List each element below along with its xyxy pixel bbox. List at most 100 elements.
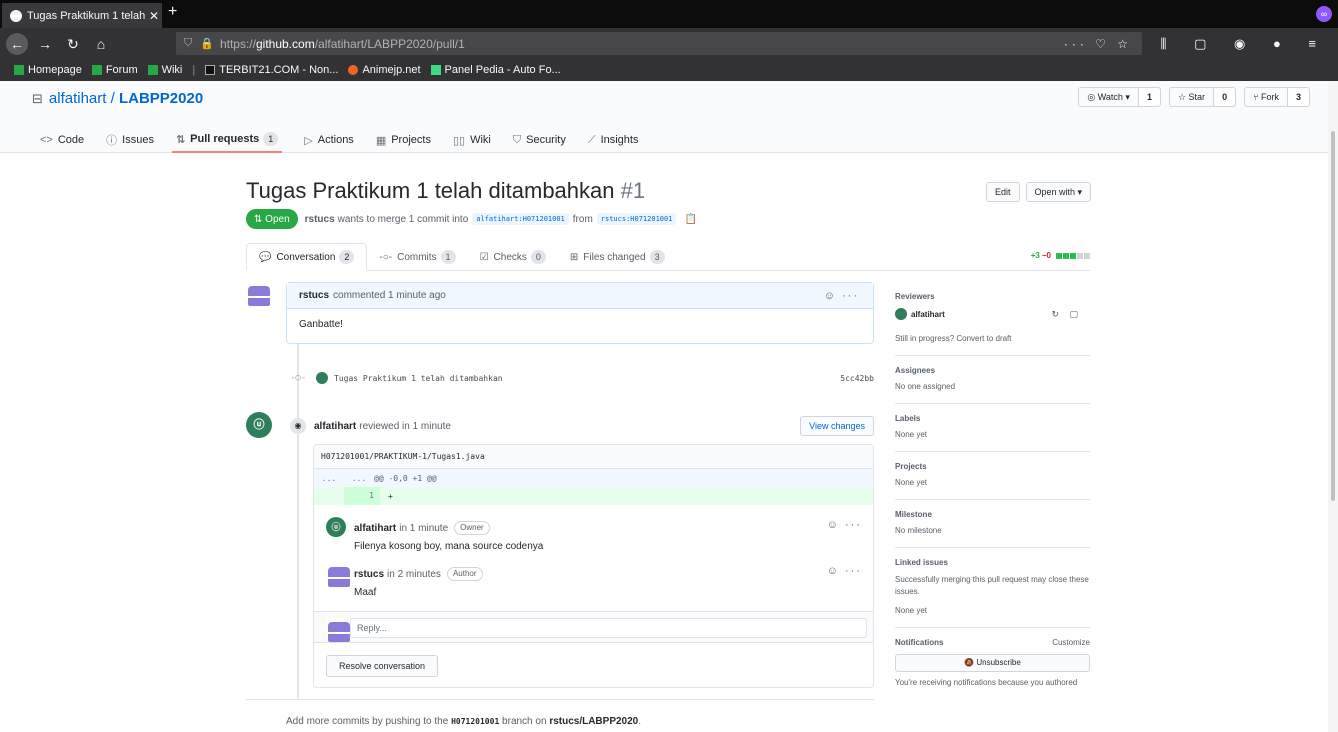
browser-nav-bar: ← → ↻ ⌂ ⛉ 🔒 https://github.com/alfatihar… [0, 28, 1338, 59]
tab-wiki[interactable]: ▯▯ Wiki [453, 127, 491, 153]
watch-button[interactable]: ◎ Watch ▾ 1 [1078, 87, 1161, 107]
role-badge: Owner [454, 521, 490, 535]
comment-actions-icon[interactable]: ☺ ··· [824, 290, 859, 302]
avatar [326, 618, 350, 642]
avatar[interactable]: ⓤ [246, 412, 272, 438]
avatar[interactable] [326, 563, 350, 587]
bookmarks-bar: Homepage Forum Wiki | TERBIT21.COM - Non… [0, 59, 1338, 81]
sidebar-assignees: Assignees No one assigned [895, 356, 1090, 404]
close-tab-icon[interactable]: ✕ [149, 9, 159, 23]
open-with-button[interactable]: Open with ▾ [1025, 182, 1092, 202]
repo-link[interactable]: rstucs/LABPP2020 [549, 716, 638, 727]
head-branch[interactable]: rstucs:H071201001 [596, 213, 677, 225]
customize-link[interactable]: Customize [1052, 638, 1090, 647]
repo-owner-link[interactable]: alfatihart [49, 90, 107, 107]
unsubscribe-button[interactable]: 🔕 Unsubscribe [895, 654, 1090, 672]
branch-name: H071201001 [451, 717, 500, 726]
bookmark-terbit21[interactable]: TERBIT21.COM - Non... [205, 64, 338, 76]
comment-author-link[interactable]: alfatihart [354, 523, 396, 534]
comment-author-link[interactable]: rstucs [354, 569, 384, 580]
url-bar[interactable]: ⛉ 🔒 https://github.com/alfatihart/LABPP2… [176, 32, 1142, 55]
reply-input[interactable]: Reply... [350, 618, 867, 638]
page-scrollbar[interactable] [1328, 81, 1338, 732]
repo-header: ⊟ alfatihart / LABPP2020 ◎ Watch ▾ 1 ☆ St… [0, 81, 1338, 153]
fork-icon: ⑂ [1253, 92, 1261, 102]
shield-icon: ⛉ [184, 37, 193, 49]
diff-hunk: ... ... @@ -0,0 +1 @@ [314, 469, 873, 487]
pr-count-badge: 1 [263, 132, 279, 146]
bookmark-homepage[interactable]: Homepage [14, 64, 82, 76]
avatar[interactable]: ⓤ [326, 517, 346, 537]
file-path[interactable]: H071201001/PRAKTIKUM-1/Tugas1.java [314, 445, 873, 469]
repo-name-link[interactable]: LABPP2020 [119, 90, 203, 107]
fork-button[interactable]: ⑂ Fork 3 [1244, 87, 1310, 107]
tab-security[interactable]: ⛉ Security [513, 127, 566, 153]
toolbar-icons[interactable]: ⫼ ▢ ◉ ● ≡ [1161, 36, 1329, 52]
back-icon[interactable]: ← [6, 32, 28, 55]
url-path: /alfatihart/LABPP2020/pull/1 [314, 36, 465, 51]
pr-author-link[interactable]: rstucs [305, 214, 335, 225]
star-button[interactable]: ☆ Star 0 [1168, 87, 1237, 107]
base-branch[interactable]: alfatihart:H071201001 [472, 213, 569, 225]
scrollbar-thumb[interactable] [1331, 131, 1335, 501]
line-number[interactable]: 1 [344, 487, 380, 505]
review-thread: H071201001/PRAKTIKUM-1/Tugas1.java ... .… [313, 444, 874, 688]
browser-tab[interactable]: Tugas Praktikum 1 telah ditambahkan ✕ [2, 3, 162, 28]
view-changes-button[interactable]: View changes [800, 416, 874, 436]
tab-pull-requests[interactable]: ⇅ Pull requests 1 [171, 127, 283, 153]
home-icon[interactable]: ⌂ [90, 33, 112, 55]
push-hint: Add more commits by pushing to the H0712… [286, 716, 642, 727]
book-icon: ▯▯ [452, 134, 466, 147]
sidebar-heading[interactable]: Assignees [895, 366, 1090, 375]
deletions: −0 [1041, 251, 1051, 260]
pull-request-icon: ⇅ [254, 213, 266, 225]
tab-title: Tugas Praktikum 1 telah ditambahkan [27, 9, 145, 22]
tab-files-changed[interactable]: ⊞ Files changed 3 [558, 243, 677, 271]
resolve-conversation-button[interactable]: Resolve conversation [326, 655, 439, 677]
commit-message-link[interactable]: Tugas Praktikum 1 telah ditambahkan [334, 374, 503, 383]
tab-code[interactable]: <> Code [40, 127, 84, 153]
forward-icon[interactable]: → [34, 33, 56, 55]
timeline-line [297, 344, 299, 699]
sidebar-milestone: Milestone No milestone [895, 500, 1090, 548]
comment-actions-icon[interactable]: ☺ ··· [827, 565, 862, 577]
reload-icon[interactable]: ↻ [62, 33, 84, 55]
sidebar-labels: Labels None yet [895, 404, 1090, 452]
tab-projects[interactable]: ▦ Projects [376, 127, 431, 153]
sidebar-heading[interactable]: Reviewers [895, 292, 1090, 301]
bookmark-animejp[interactable]: Animejp.net [348, 64, 421, 76]
edit-button[interactable]: Edit [986, 182, 1020, 202]
bookmark-forum[interactable]: Forum [91, 64, 138, 76]
page-actions-icon[interactable]: ··· ♡ ☆ [1064, 37, 1132, 51]
commit-icon: -○- [379, 251, 393, 263]
tab-insights[interactable]: ⟋ Insights [588, 127, 639, 153]
convert-to-draft-link[interactable]: Still in progress? Convert to draft [895, 334, 1090, 343]
comment-actions-icon[interactable]: ☺ ··· [827, 519, 862, 531]
reviewer-link[interactable]: alfatihart [911, 310, 945, 319]
tab-commits[interactable]: -○- Commits 1 [367, 243, 467, 271]
sidebar-heading[interactable]: Linked issues [895, 558, 1090, 567]
bookmark-panelpedia[interactable]: Panel Pedia - Auto Fo... [430, 64, 561, 76]
avatar[interactable] [316, 372, 328, 384]
tab-issues[interactable]: ⓘ Issues [106, 127, 154, 153]
comment-author-link[interactable]: rstucs [299, 290, 329, 301]
commit-icon: -○- [290, 373, 307, 383]
tab-conversation[interactable]: 💬 Conversation 2 [246, 243, 368, 271]
bookmark-icon [430, 65, 441, 75]
tab-actions[interactable]: ▷ Actions [304, 127, 354, 153]
repo-actions: ◎ Watch ▾ 1 ☆ Star 0 ⑂ Fork 3 [1078, 87, 1310, 107]
reviewer-link[interactable]: alfatihart [314, 421, 356, 432]
sync-icon[interactable]: ↻ ▢ [1051, 309, 1082, 320]
sidebar-heading[interactable]: Labels [895, 414, 1090, 423]
new-tab-icon[interactable]: + [168, 3, 177, 21]
bell-slash-icon: 🔕 [964, 658, 977, 667]
tab-checks[interactable]: ☑ Checks 0 [468, 243, 558, 271]
url-host: github.com [255, 36, 315, 51]
clipboard-icon[interactable]: 📋 [684, 214, 696, 225]
avatar[interactable] [246, 282, 272, 308]
bookmark-wiki[interactable]: Wiki [147, 64, 182, 76]
commit-sha-link[interactable]: 5cc42bb [840, 374, 874, 383]
avatar[interactable] [895, 308, 907, 320]
sidebar-heading[interactable]: Milestone [895, 510, 1090, 519]
sidebar-heading[interactable]: Projects [895, 462, 1090, 471]
